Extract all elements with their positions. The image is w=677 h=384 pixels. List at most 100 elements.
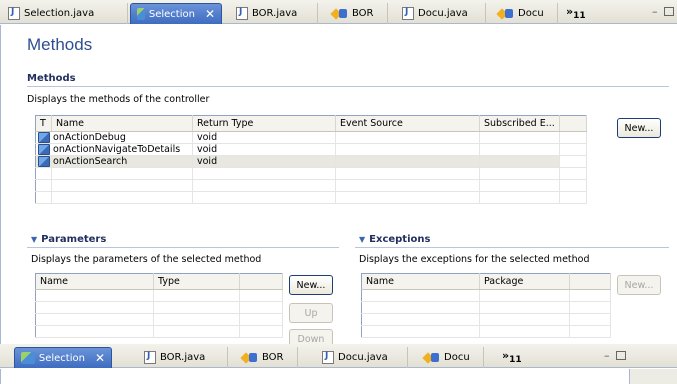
tab-label: BOR [262, 352, 284, 363]
new-exception-button[interactable]: New... [617, 275, 661, 295]
tab-bor-java[interactable]: BOR.java [230, 3, 318, 24]
parameters-section-toggle[interactable]: ▼ Parameters [31, 234, 106, 245]
methods-description: Displays the methods of the controller [27, 94, 210, 105]
table-row[interactable]: onActionDebug void [35, 131, 587, 144]
editor-area-preview [0, 369, 630, 384]
column-header-filler [239, 273, 283, 290]
table-header-row: Name Package [361, 273, 611, 290]
return-type: void [192, 155, 336, 168]
new-parameter-button[interactable]: New... [289, 275, 333, 295]
tab-bor-java[interactable]: BOR.java [138, 347, 228, 368]
expand-triangle-icon: ▼ [359, 235, 366, 244]
bor-icon [498, 8, 514, 20]
tab-docu[interactable]: Docu [492, 3, 558, 24]
tab-label: Selection [38, 352, 85, 364]
return-type: void [192, 131, 336, 144]
tab-docu-java[interactable]: Docu.java [396, 3, 486, 24]
parameters-description: Displays the parameters of the selected … [31, 254, 262, 265]
table-row-empty [361, 301, 611, 314]
column-header-filler [559, 115, 587, 132]
page-title: Methods [27, 35, 93, 54]
java-file-icon [402, 7, 414, 20]
close-icon[interactable]: ✕ [95, 351, 105, 365]
close-icon[interactable]: ✕ [205, 7, 215, 21]
column-header-type[interactable]: T [35, 115, 52, 132]
method-name: onActionSearch [53, 156, 128, 167]
method-name: onActionNavigateToDetails [53, 144, 181, 155]
bor-icon [242, 352, 258, 364]
method-name: onActionDebug [53, 132, 126, 143]
parameters-table[interactable]: Name Type [35, 273, 283, 338]
exceptions-section-toggle[interactable]: ▼ Exceptions [359, 234, 430, 245]
tab-bor[interactable]: BOR [326, 3, 388, 24]
method-icon [38, 132, 50, 143]
exceptions-table[interactable]: Name Package [361, 273, 611, 338]
column-header-name[interactable]: Name [51, 115, 193, 132]
tab-overflow-button[interactable]: »11 [502, 349, 522, 365]
table-row-empty [35, 167, 587, 180]
column-header-type[interactable]: Type [153, 273, 240, 290]
tab-selection[interactable]: Selection ✕ [14, 347, 112, 368]
section-divider [355, 247, 669, 248]
column-header-return-type[interactable]: Return Type [192, 115, 336, 132]
tab-overflow-button[interactable]: »11 [566, 5, 586, 21]
table-row-empty [35, 179, 587, 192]
table-row-empty [361, 289, 611, 302]
editor-tab-bar: Selection.java Selection ✕ BOR.java BOR … [0, 0, 677, 24]
parameters-section-title: Parameters [41, 234, 107, 245]
tab-label: Docu [518, 8, 544, 19]
move-up-button[interactable]: Up [289, 303, 333, 323]
editor-tab-bar-duplicate: Selection ✕ BOR.java BOR Docu.java Docu … [0, 344, 677, 368]
table-row-empty [35, 289, 283, 302]
column-header-filler [569, 273, 611, 290]
tab-label: Docu.java [418, 8, 468, 19]
tab-selection[interactable]: Selection ✕ [130, 3, 222, 24]
overflow-count: 11 [573, 11, 586, 22]
maximize-icon[interactable] [615, 351, 626, 360]
minimize-icon[interactable]: – [652, 5, 658, 18]
table-row[interactable]: onActionNavigateToDetails void [35, 143, 587, 156]
table-row-empty [35, 325, 283, 338]
tab-label: BOR.java [160, 352, 206, 363]
return-type: void [192, 143, 336, 156]
table-row-selected[interactable]: onActionSearch void [35, 155, 587, 168]
tab-docu[interactable]: Docu [418, 347, 484, 368]
column-header-subscribed-events[interactable]: Subscribed E... [479, 115, 560, 132]
tab-label: BOR.java [252, 8, 298, 19]
tab-label: Selection [148, 8, 195, 20]
controller-icon [21, 352, 35, 364]
tab-label: Docu [444, 352, 470, 363]
new-method-button[interactable]: New... [617, 118, 661, 138]
java-file-icon [322, 351, 334, 364]
table-row-empty [35, 191, 587, 204]
tab-bor[interactable]: BOR [236, 347, 298, 368]
table-row-empty [361, 325, 611, 338]
bor-icon [332, 8, 348, 20]
overflow-count: 11 [509, 355, 522, 366]
methods-table[interactable]: T Name Return Type Event Source Subscrib… [35, 115, 587, 204]
column-header-name[interactable]: Name [361, 273, 480, 290]
background-area [630, 369, 677, 384]
minimize-icon[interactable]: – [604, 349, 610, 362]
java-file-icon [144, 351, 156, 364]
tab-label: BOR [352, 8, 374, 19]
method-icon [38, 144, 50, 155]
methods-editor: Methods Methods Displays the methods of … [0, 25, 677, 349]
expand-triangle-icon: ▼ [31, 235, 38, 244]
section-divider [27, 86, 669, 87]
tab-label: Selection.java [24, 8, 95, 19]
table-row-empty [35, 301, 283, 314]
section-divider [27, 247, 339, 248]
java-file-icon [8, 7, 20, 20]
exceptions-section-title: Exceptions [369, 234, 431, 245]
window-controls: – [652, 5, 674, 18]
table-header-row: Name Type [35, 273, 283, 290]
column-header-name[interactable]: Name [35, 273, 154, 290]
tab-docu-java[interactable]: Docu.java [316, 347, 408, 368]
column-header-event-source[interactable]: Event Source [335, 115, 480, 132]
tab-selection-java[interactable]: Selection.java [2, 3, 128, 24]
column-header-package[interactable]: Package [479, 273, 570, 290]
methods-section-title: Methods [27, 73, 76, 84]
bor-icon [424, 352, 440, 364]
maximize-icon[interactable] [663, 7, 674, 16]
